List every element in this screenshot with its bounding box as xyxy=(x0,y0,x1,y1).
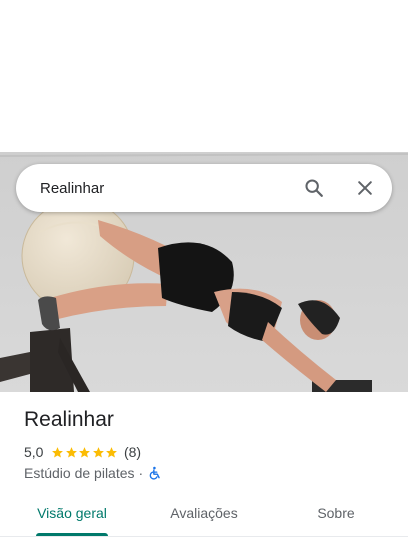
place-panel: Realinhar 5,0 (8) Estúdio de pilates · V… xyxy=(0,0,408,544)
close-button[interactable] xyxy=(351,174,379,202)
rating-value: 5,0 xyxy=(24,444,44,460)
tab-reviews[interactable]: Avaliações xyxy=(150,496,258,536)
rating-stars xyxy=(51,446,119,459)
review-count[interactable]: (8) xyxy=(124,444,141,460)
rating-row[interactable]: 5,0 (8) xyxy=(24,443,141,461)
close-icon xyxy=(358,181,372,195)
star-icon xyxy=(52,446,64,457)
separator-dot: · xyxy=(138,465,144,481)
search-box xyxy=(16,164,392,212)
tab-bar: Visão geral Avaliações Sobre xyxy=(0,496,408,537)
star-icon xyxy=(106,446,118,457)
tab-overview[interactable]: Visão geral xyxy=(20,496,124,536)
star-icon xyxy=(93,446,104,457)
active-tab-indicator xyxy=(36,533,108,536)
place-title: Realinhar xyxy=(24,408,114,431)
search-icon xyxy=(305,179,323,197)
category-row: Estúdio de pilates · xyxy=(24,464,162,482)
place-category[interactable]: Estúdio de pilates xyxy=(24,465,135,481)
search-input[interactable] xyxy=(40,164,290,212)
star-icon xyxy=(66,446,77,457)
tab-about[interactable]: Sobre xyxy=(296,496,376,536)
search-button[interactable] xyxy=(300,174,328,202)
wheelchair-icon[interactable] xyxy=(148,466,162,480)
star-icon xyxy=(79,446,91,457)
